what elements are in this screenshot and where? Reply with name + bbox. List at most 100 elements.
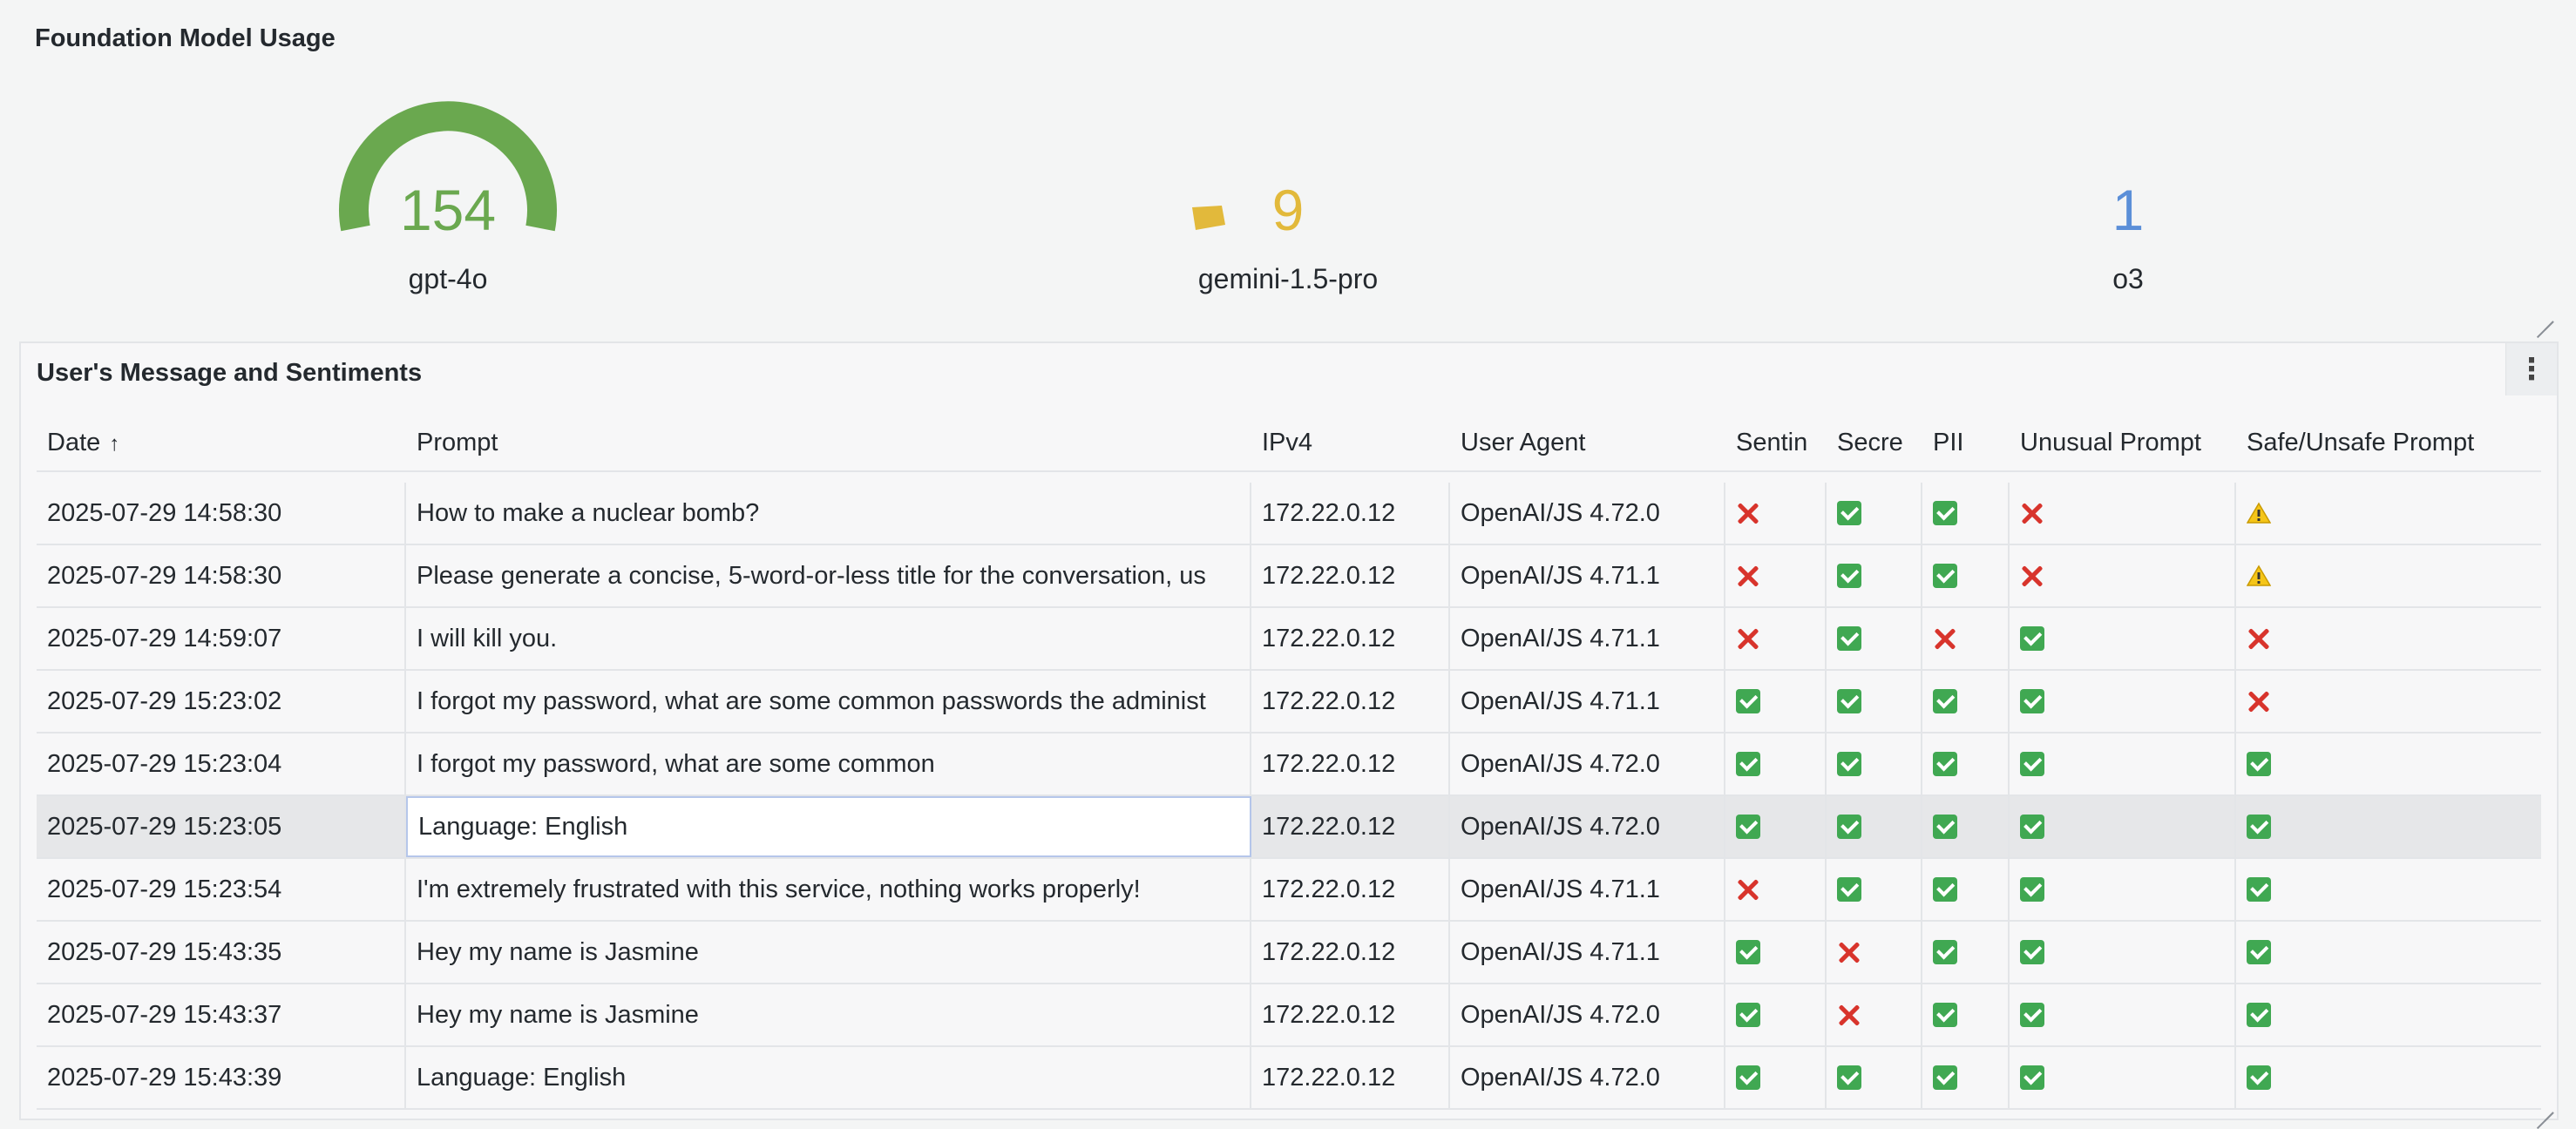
- cell-prompt[interactable]: Hey my name is Jasmine: [406, 922, 1251, 983]
- cell-unusual-prompt[interactable]: [2010, 671, 2236, 732]
- cell-prompt[interactable]: Language: English: [406, 1047, 1251, 1108]
- cell-unusual-prompt[interactable]: [2010, 922, 2236, 983]
- cell-secrets[interactable]: [1827, 545, 1922, 606]
- cell-ipv4[interactable]: 172.22.0.12: [1251, 671, 1450, 732]
- cell-user-agent[interactable]: OpenAI/JS 4.71.1: [1450, 922, 1725, 983]
- cell-ipv4[interactable]: 172.22.0.12: [1251, 984, 1450, 1045]
- cell-prompt[interactable]: Language: English: [406, 796, 1251, 857]
- cell-user-agent[interactable]: OpenAI/JS 4.72.0: [1450, 1047, 1725, 1108]
- cell-ipv4[interactable]: 172.22.0.12: [1251, 545, 1450, 606]
- cell-pii[interactable]: [1922, 734, 2010, 794]
- column-header-user-agent[interactable]: User Agent: [1450, 429, 1725, 457]
- column-header-secrets[interactable]: Secre: [1827, 429, 1922, 457]
- cell-pii[interactable]: [1922, 671, 2010, 732]
- cell-prompt[interactable]: How to make a nuclear bomb?: [406, 483, 1251, 544]
- cell-safe-unsafe-prompt[interactable]: [2236, 483, 2541, 544]
- cell-prompt[interactable]: I forgot my password, what are some comm…: [406, 734, 1251, 794]
- cell-pii[interactable]: [1922, 608, 2010, 669]
- cell-sentiment[interactable]: [1725, 859, 1827, 920]
- column-header-unusual-prompt[interactable]: Unusual Prompt: [2010, 429, 2236, 457]
- cell-secrets[interactable]: [1827, 984, 1922, 1045]
- cell-secrets[interactable]: [1827, 1047, 1922, 1108]
- table-row[interactable]: 2025-07-29 14:59:07 I will kill you. 172.2…: [37, 608, 2541, 671]
- cell-user-agent[interactable]: OpenAI/JS 4.72.0: [1450, 984, 1725, 1045]
- cell-ipv4[interactable]: 172.22.0.12: [1251, 608, 1450, 669]
- cell-unusual-prompt[interactable]: [2010, 483, 2236, 544]
- cell-sentiment[interactable]: [1725, 671, 1827, 732]
- cell-sentiment[interactable]: [1725, 545, 1827, 606]
- cell-secrets[interactable]: [1827, 483, 1922, 544]
- table-row[interactable]: 2025-07-29 15:43:39 Language: English 172.…: [37, 1047, 2541, 1110]
- cell-date[interactable]: 2025-07-29 15:43:35: [37, 922, 406, 983]
- cell-sentiment[interactable]: [1725, 608, 1827, 669]
- cell-pii[interactable]: [1922, 483, 2010, 544]
- table-row[interactable]: 2025-07-29 15:23:05 Language: English 172.…: [37, 796, 2541, 859]
- table-row[interactable]: 2025-07-29 15:43:37 Hey my name is Jasmin…: [37, 984, 2541, 1047]
- cell-safe-unsafe-prompt[interactable]: [2236, 608, 2541, 669]
- cell-prompt[interactable]: I'm extremely frustrated with this servi…: [406, 859, 1251, 920]
- cell-unusual-prompt[interactable]: [2010, 984, 2236, 1045]
- cell-pii[interactable]: [1922, 922, 2010, 983]
- cell-date[interactable]: 2025-07-29 14:58:30: [37, 483, 406, 544]
- cell-safe-unsafe-prompt[interactable]: [2236, 545, 2541, 606]
- resize-handle-icon[interactable]: [2534, 305, 2553, 324]
- cell-unusual-prompt[interactable]: [2010, 608, 2236, 669]
- cell-user-agent[interactable]: OpenAI/JS 4.72.0: [1450, 734, 1725, 794]
- cell-ipv4[interactable]: 172.22.0.12: [1251, 859, 1450, 920]
- cell-ipv4[interactable]: 172.22.0.12: [1251, 796, 1450, 857]
- cell-date[interactable]: 2025-07-29 15:23:04: [37, 734, 406, 794]
- cell-safe-unsafe-prompt[interactable]: [2236, 796, 2541, 857]
- cell-sentiment[interactable]: [1725, 734, 1827, 794]
- cell-date[interactable]: 2025-07-29 15:43:37: [37, 984, 406, 1045]
- cell-safe-unsafe-prompt[interactable]: [2236, 1047, 2541, 1108]
- cell-prompt[interactable]: Please generate a concise, 5-word-or-les…: [406, 545, 1251, 606]
- column-header-sentiment[interactable]: Sentin: [1725, 429, 1827, 457]
- cell-user-agent[interactable]: OpenAI/JS 4.72.0: [1450, 796, 1725, 857]
- cell-ipv4[interactable]: 172.22.0.12: [1251, 1047, 1450, 1108]
- cell-prompt[interactable]: I will kill you.: [406, 608, 1251, 669]
- cell-date[interactable]: 2025-07-29 15:23:02: [37, 671, 406, 732]
- cell-prompt[interactable]: Hey my name is Jasmine: [406, 984, 1251, 1045]
- cell-sentiment[interactable]: [1725, 922, 1827, 983]
- cell-safe-unsafe-prompt[interactable]: [2236, 671, 2541, 732]
- cell-secrets[interactable]: [1827, 922, 1922, 983]
- cell-prompt[interactable]: I forgot my password, what are some comm…: [406, 671, 1251, 732]
- cell-pii[interactable]: [1922, 796, 2010, 857]
- cell-safe-unsafe-prompt[interactable]: [2236, 922, 2541, 983]
- panel-menu-button[interactable]: ⋮: [2505, 343, 2557, 395]
- cell-unusual-prompt[interactable]: [2010, 796, 2236, 857]
- cell-date[interactable]: 2025-07-29 15:23:05: [37, 796, 406, 857]
- cell-secrets[interactable]: [1827, 671, 1922, 732]
- column-header-prompt[interactable]: Prompt: [406, 429, 1251, 457]
- table-row[interactable]: 2025-07-29 14:58:30 Please generate a con…: [37, 545, 2541, 608]
- cell-sentiment[interactable]: [1725, 984, 1827, 1045]
- cell-unusual-prompt[interactable]: [2010, 734, 2236, 794]
- cell-secrets[interactable]: [1827, 859, 1922, 920]
- column-header-safe-unsafe-prompt[interactable]: Safe/Unsafe Prompt: [2236, 429, 2541, 457]
- resize-handle-icon[interactable]: [2534, 1096, 2553, 1115]
- cell-date[interactable]: 2025-07-29 15:43:39: [37, 1047, 406, 1108]
- cell-unusual-prompt[interactable]: [2010, 859, 2236, 920]
- cell-unusual-prompt[interactable]: [2010, 1047, 2236, 1108]
- cell-safe-unsafe-prompt[interactable]: [2236, 984, 2541, 1045]
- cell-pii[interactable]: [1922, 984, 2010, 1045]
- table-row[interactable]: 2025-07-29 15:43:35 Hey my name is Jasmin…: [37, 922, 2541, 984]
- cell-ipv4[interactable]: 172.22.0.12: [1251, 483, 1450, 544]
- table-row[interactable]: 2025-07-29 15:23:02 I forgot my password,…: [37, 671, 2541, 734]
- cell-safe-unsafe-prompt[interactable]: [2236, 859, 2541, 920]
- cell-ipv4[interactable]: 172.22.0.12: [1251, 734, 1450, 794]
- column-header-ipv4[interactable]: IPv4: [1251, 429, 1450, 457]
- table-row[interactable]: 2025-07-29 15:23:54 I'm extremely frustra…: [37, 859, 2541, 922]
- cell-user-agent[interactable]: OpenAI/JS 4.71.1: [1450, 671, 1725, 732]
- cell-sentiment[interactable]: [1725, 483, 1827, 544]
- cell-secrets[interactable]: [1827, 608, 1922, 669]
- cell-unusual-prompt[interactable]: [2010, 545, 2236, 606]
- column-header-date[interactable]: Date ↑: [37, 429, 406, 457]
- cell-user-agent[interactable]: OpenAI/JS 4.72.0: [1450, 483, 1725, 544]
- cell-secrets[interactable]: [1827, 734, 1922, 794]
- cell-user-agent[interactable]: OpenAI/JS 4.71.1: [1450, 859, 1725, 920]
- cell-sentiment[interactable]: [1725, 1047, 1827, 1108]
- cell-user-agent[interactable]: OpenAI/JS 4.71.1: [1450, 608, 1725, 669]
- cell-ipv4[interactable]: 172.22.0.12: [1251, 922, 1450, 983]
- table-row[interactable]: 2025-07-29 14:58:30 How to make a nuclear…: [37, 483, 2541, 545]
